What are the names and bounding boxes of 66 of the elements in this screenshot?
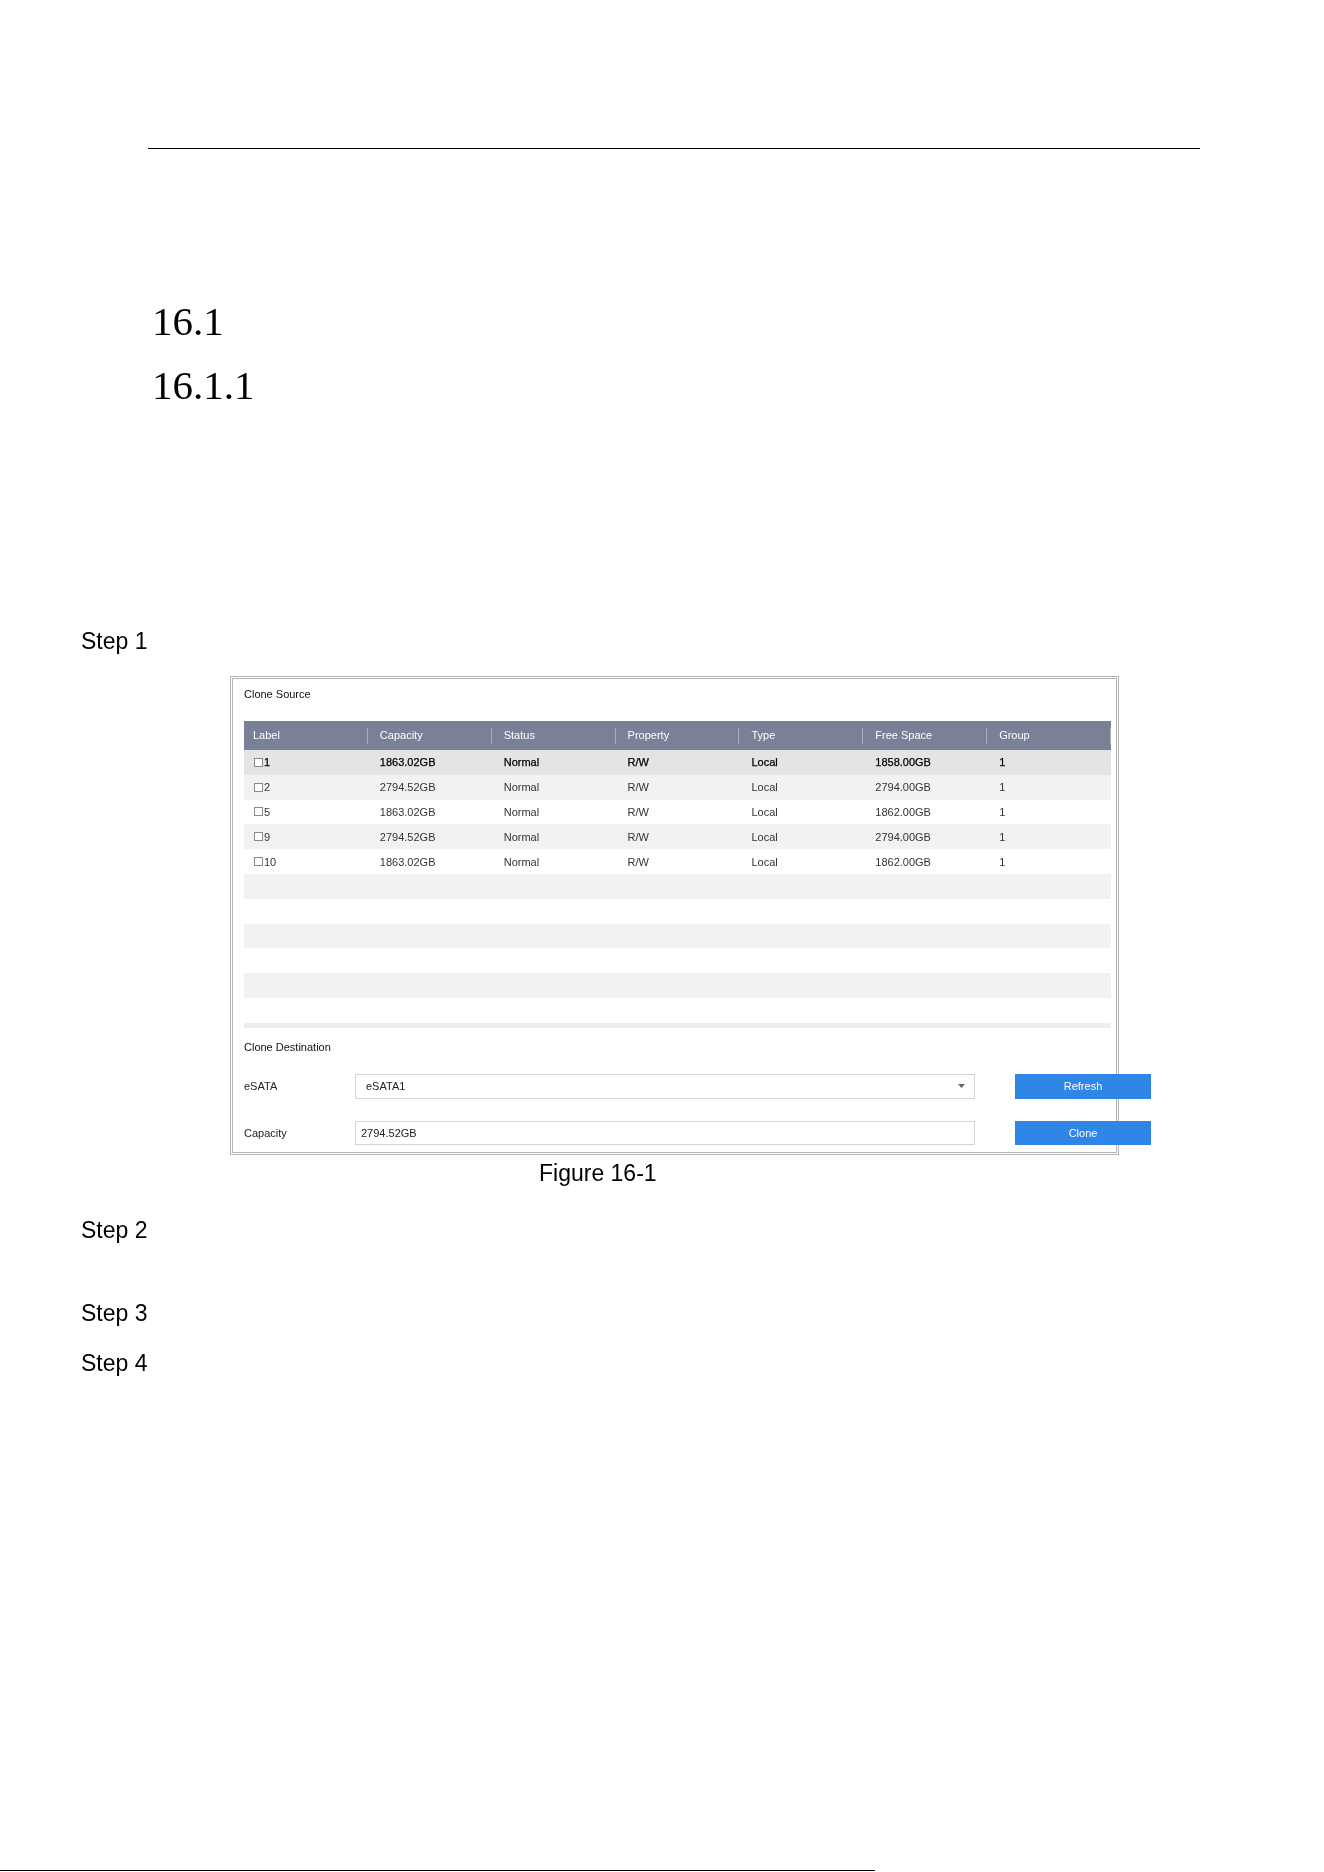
row-checkbox[interactable] — [254, 757, 263, 767]
table-cell-text: 1862.00GB — [875, 854, 931, 870]
table-cell-text: 1 — [264, 755, 271, 771]
subsection-heading: 16.1.1 — [152, 361, 255, 410]
table-cell-text: Local — [751, 829, 778, 845]
table-cell-text: 1863.02GB — [379, 755, 436, 771]
table-cell-text: 2794.52GB — [379, 829, 436, 845]
column-header: Free Space — [863, 721, 988, 750]
column-header: Capacity — [367, 721, 492, 750]
section-title: Clone Destination — [244, 1039, 331, 1055]
table-cell-text: Local — [751, 805, 778, 820]
table-cell-text: 2 — [264, 780, 271, 796]
step-label: Step 3 — [81, 1298, 148, 1328]
table-cell-text: Normal — [503, 780, 540, 796]
section-heading: 16.1 — [152, 297, 224, 346]
action-button[interactable]: Clone — [1015, 1120, 1151, 1145]
table-cell-text: Normal — [503, 755, 540, 771]
table-cell-text: R/W — [627, 780, 649, 796]
table-cell-text: Local — [751, 854, 778, 870]
table-cell-text: Normal — [503, 829, 540, 845]
table-cell-text: Local — [751, 755, 778, 771]
table-cell-text: 1 — [999, 805, 1006, 820]
section-title: Clone Source — [244, 687, 311, 702]
column-header: Status — [491, 721, 616, 750]
table-cell-text: 1858.00GB — [875, 755, 931, 771]
table-cell-text: 1 — [999, 780, 1006, 796]
table-cell-text: 9 — [264, 829, 271, 845]
table-cell-text: R/W — [627, 805, 649, 820]
table-cell-text: 10 — [264, 854, 277, 870]
table-cell-text: 1863.02GB — [379, 854, 436, 870]
step-label: Step 2 — [81, 1215, 148, 1245]
row-checkbox[interactable] — [254, 832, 263, 842]
table-row[interactable]: 9 2794.52GB Normal R/W Local 2794.00GB 1 — [244, 824, 1111, 850]
table-cell-text: 1 — [999, 829, 1006, 845]
table-cell-text: 2794.00GB — [875, 829, 931, 845]
table-cell-text: Normal — [503, 854, 540, 870]
text-field[interactable]: 2794.52GB — [355, 1120, 975, 1145]
column-header: Type — [739, 721, 864, 750]
column-header: Property — [615, 721, 740, 750]
column-header: Group — [987, 721, 1111, 750]
table-row[interactable]: 1 1863.02GB Normal R/W Local 1858.00GB 1 — [244, 750, 1111, 775]
row-checkbox[interactable] — [254, 857, 263, 867]
row-checkbox[interactable] — [254, 782, 263, 792]
figure-caption: Figure 16-1 — [539, 1158, 657, 1187]
step-label: Step 4 — [81, 1348, 148, 1378]
column-header: Label — [244, 721, 368, 750]
table-cell-text: R/W — [627, 854, 649, 870]
step-label: Step 1 — [81, 627, 148, 656]
table-cell-text: 1862.00GB — [875, 805, 931, 820]
table-cell-text: 1863.02GB — [379, 805, 436, 820]
table-cell-text: 1 — [999, 755, 1006, 771]
table-cell-text: Normal — [503, 805, 540, 820]
table-cell-text: R/W — [627, 829, 649, 845]
table-row[interactable]: 2 2794.52GB Normal R/W Local 2794.00GB 1 — [244, 774, 1111, 800]
table-cell-text: R/W — [627, 755, 649, 771]
table-cell-text: Local — [751, 780, 778, 796]
table-cell-text: 2794.52GB — [379, 780, 436, 796]
dropdown-field[interactable]: eSATA1 — [355, 1073, 975, 1099]
action-button[interactable]: Refresh — [1015, 1073, 1151, 1099]
field-label: Capacity — [244, 1126, 288, 1139]
field-label: eSATA — [244, 1080, 279, 1093]
table-cell-text: 2794.00GB — [875, 780, 931, 796]
caret-icon — [958, 1084, 965, 1089]
table-cell-text: 1 — [999, 854, 1006, 870]
table-cell-text: 5 — [264, 805, 271, 820]
row-checkbox[interactable] — [254, 807, 263, 817]
